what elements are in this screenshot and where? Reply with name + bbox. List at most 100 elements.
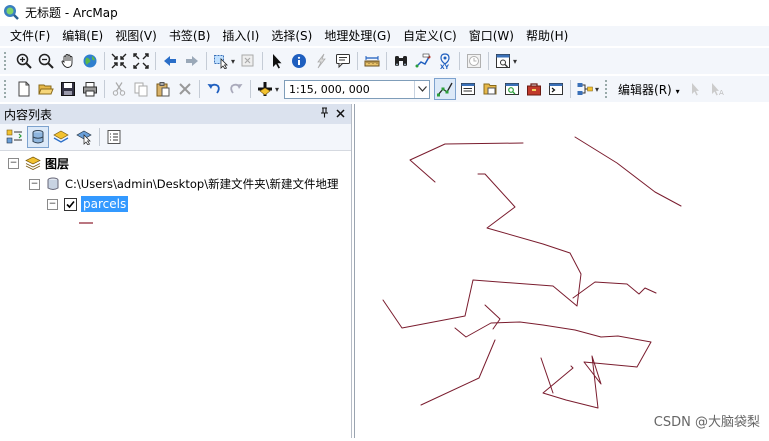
chevron-down-icon[interactable] [414,80,429,98]
fixed-zoom-out-button[interactable] [131,51,151,71]
html-popup-button[interactable] [333,51,353,71]
parcel-line[interactable] [409,142,524,183]
layers-group-row[interactable]: − 图层 [8,154,69,172]
list-by-source-button[interactable] [27,126,49,148]
catalog-window-button[interactable] [480,79,500,99]
redo-button[interactable] [226,79,246,99]
layer-row-parcels[interactable]: − parcels [47,195,129,213]
layer-name-label[interactable]: parcels [81,196,129,212]
list-by-selection-button[interactable] [73,126,95,148]
list-by-drawing-order-button[interactable] [4,126,26,148]
editor-toolbar-toggle-button[interactable] [434,78,457,100]
add-data-button[interactable] [255,79,275,99]
editor-menu-button[interactable]: 编辑器(R) ▾ [618,81,680,98]
arcmap-app-icon [4,5,19,20]
zoom-out-button[interactable] [36,51,56,71]
menu-selection[interactable]: 选择(S) [265,26,318,46]
delete-button[interactable] [175,79,195,99]
map-scale-value[interactable]: 1:15, 000, 000 [285,83,414,96]
parcel-line[interactable] [540,357,554,394]
model-builder-icon [577,83,593,95]
layer-visibility-checkbox[interactable] [64,197,77,211]
menu-file[interactable]: 文件(F) [0,26,56,46]
time-slider-button[interactable] [464,51,484,71]
undo-button[interactable] [204,79,224,99]
toolbar-options-icon[interactable]: ▾ [513,57,517,66]
layer-symbol-row[interactable] [78,214,94,232]
create-viewer-window-button[interactable] [493,51,513,71]
line-symbol-icon [79,222,93,224]
search-window-button[interactable] [502,79,522,99]
tools-toolbar: ▾ XY ▾ [0,48,769,74]
chevron-down-icon[interactable]: ▾ [275,85,279,94]
svg-text:A: A [719,89,724,97]
clear-selection-button[interactable] [238,51,258,71]
toolbar-separator [199,80,200,98]
collapse-icon[interactable]: − [29,178,40,190]
collapse-icon[interactable]: − [8,157,19,169]
pointer-icon [273,54,282,69]
model-builder-button[interactable] [575,79,595,99]
go-back-button[interactable] [160,51,180,71]
find-route-button[interactable] [413,51,433,71]
paste-button[interactable] [153,79,173,99]
list-by-visibility-button[interactable] [50,126,72,148]
toc-title: 内容列表 [4,107,53,122]
hyperlink-button[interactable] [311,51,331,71]
toolbar-separator [250,80,251,98]
collapse-icon[interactable]: − [47,198,58,210]
menu-customize[interactable]: 自定义(C) [397,26,463,46]
menu-help[interactable]: 帮助(H) [520,26,574,46]
find-button[interactable] [391,51,411,71]
data-source-row[interactable]: − C:\Users\admin\Desktop\新建文件夹\新建文件地理 [29,175,338,193]
save-button[interactable] [58,79,78,99]
arctoolbox-button[interactable] [524,79,544,99]
menu-bookmarks[interactable]: 书签(B) [163,26,217,46]
parcel-line[interactable] [420,339,496,406]
edit-annotation-tool-button[interactable]: A [707,79,727,99]
go-to-xy-button[interactable]: XY [435,51,455,71]
menu-windows[interactable]: 窗口(W) [463,26,520,46]
map-canvas[interactable] [355,104,769,438]
toolbar-grip[interactable] [4,80,9,98]
menu-geoprocessing[interactable]: 地理处理(G) [318,26,397,46]
menu-edit[interactable]: 编辑(E) [56,26,109,46]
identify-button[interactable] [289,51,309,71]
open-button[interactable] [36,79,56,99]
python-window-button[interactable] [546,79,566,99]
pan-button[interactable] [58,51,78,71]
pin-icon[interactable] [317,107,331,121]
toolbar-grip[interactable] [605,80,610,98]
menu-insert[interactable]: 插入(I) [216,26,265,46]
toolbar-grip[interactable] [4,52,9,70]
copy-button[interactable] [131,79,151,99]
print-button[interactable] [80,79,100,99]
chevron-down-icon[interactable]: ▾ [231,57,235,66]
toc-header: 内容列表 [0,104,351,124]
map-display[interactable]: CSDN @大脑袋梨 [354,104,769,438]
measure-button[interactable] [362,51,382,71]
menu-view[interactable]: 视图(V) [109,26,163,46]
fixed-zoom-in-button[interactable] [109,51,129,71]
lightning-icon [317,53,326,69]
toc-options-button[interactable] [103,126,125,148]
parcel-line[interactable] [574,136,682,207]
toolbar-separator [459,52,461,70]
menu-bar: 文件(F) 编辑(E) 视图(V) 书签(B) 插入(I) 选择(S) 地理处理… [0,26,769,46]
toolbar-options-icon[interactable]: ▾ [595,85,599,94]
info-icon [292,54,307,68]
map-scale-combo[interactable]: 1:15, 000, 000 [284,79,431,99]
table-of-contents-button[interactable] [458,79,478,99]
new-document-button[interactable] [14,79,34,99]
go-forward-button[interactable] [182,51,202,71]
select-elements-button[interactable] [267,51,287,71]
edit-tool-button[interactable] [685,79,705,99]
close-icon[interactable] [333,108,347,121]
toolbar-separator [262,52,264,70]
full-extent-button[interactable] [80,51,100,71]
select-features-button[interactable] [211,51,231,71]
cut-button[interactable] [109,79,129,99]
parcel-line[interactable] [382,173,582,329]
parcel-line[interactable] [572,281,657,299]
zoom-in-button[interactable] [14,51,34,71]
